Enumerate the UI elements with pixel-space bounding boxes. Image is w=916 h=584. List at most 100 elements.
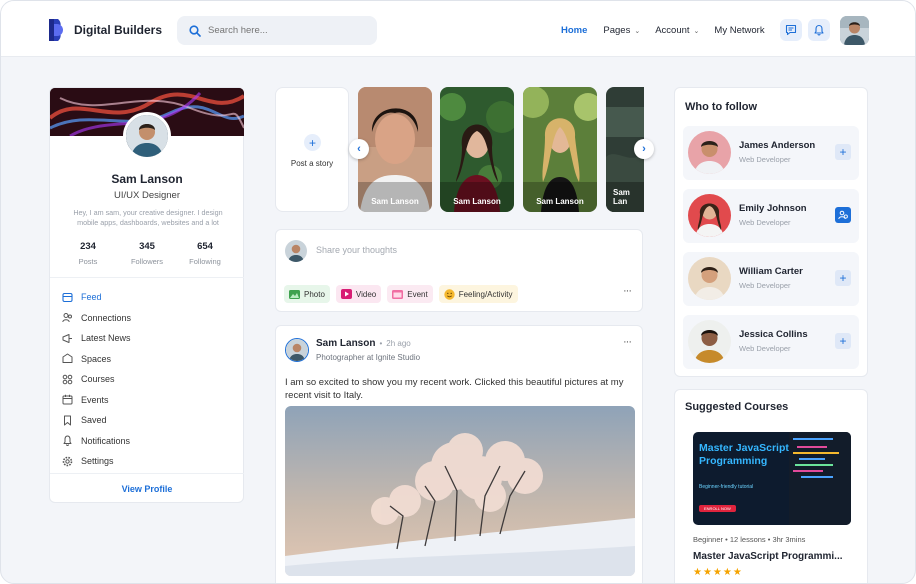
follow-item[interactable]: Emily Johnson Web Developer <box>683 189 859 243</box>
post-card: Sam Lanson • 2h ago Photographer at Igni… <box>275 325 643 583</box>
feeling-activity-button[interactable]: Feeling/Activity <box>438 285 518 303</box>
post-story-card[interactable]: + Post a story <box>275 87 349 212</box>
smile-icon <box>444 288 455 300</box>
bell-icon <box>814 24 824 36</box>
follow-button[interactable]: + <box>835 270 851 286</box>
suggested-courses-title: Suggested Courses <box>685 401 789 413</box>
sidebar-item-connections[interactable]: Connections <box>62 308 131 329</box>
who-to-follow-card: Who to follow James Anderson Web Develop… <box>674 87 868 377</box>
sidebar-item-events[interactable]: Events <box>62 390 131 411</box>
nav-account[interactable]: Account ⌄ <box>655 25 699 36</box>
composer-more-button[interactable]: ··· <box>623 285 632 297</box>
stat-following[interactable]: 654 Following <box>175 241 235 266</box>
user-avatar[interactable] <box>840 16 869 45</box>
course-thumb-sub: Beginner-friendly tutorial <box>699 484 754 490</box>
suggested-courses-card: Suggested Courses Master JavaScript Prog… <box>674 389 868 583</box>
course-name[interactable]: Master JavaScript Programmi... <box>693 551 843 562</box>
follow-avatar <box>688 320 731 363</box>
plus-icon: + <box>839 271 847 285</box>
sidebar-item-latest-news[interactable]: Latest News <box>62 328 131 349</box>
course-meta: Beginner • 12 lessons • 3hr 3mins <box>693 535 806 544</box>
avatar-image <box>688 131 731 174</box>
follow-item[interactable]: William Carter Web Developer + <box>683 252 859 306</box>
story-card[interactable]: Sam Lanson <box>440 87 514 212</box>
follow-avatar <box>688 257 731 300</box>
sidebar-item-settings[interactable]: Settings <box>62 451 131 472</box>
story-name: Sam Lanson <box>453 197 501 206</box>
course-thumb-title: Master JavaScript Programming <box>699 442 789 467</box>
search-input[interactable] <box>208 25 358 36</box>
sidebar-item-notifications[interactable]: Notifications <box>62 431 131 452</box>
view-profile-link[interactable]: View Profile <box>50 484 244 494</box>
profile-name: Sam Lanson <box>111 172 183 186</box>
nav-pages[interactable]: Pages ⌄ <box>603 25 640 36</box>
stat-followers[interactable]: 345 Followers <box>117 241 177 266</box>
video-icon <box>340 289 352 299</box>
enroll-now-button[interactable]: ENROLL NOW <box>699 505 736 512</box>
follow-button[interactable]: + <box>835 144 851 160</box>
brand-name: Digital Builders <box>74 23 163 37</box>
nav-home[interactable]: Home <box>561 25 587 36</box>
story-card[interactable]: Sam Lanson <box>523 87 597 212</box>
post-author-avatar[interactable] <box>285 338 309 362</box>
avatar-image <box>688 194 731 237</box>
sidebar-menu: Feed Connections Latest News Spaces Cour… <box>62 287 131 472</box>
spaces-icon <box>62 353 73 364</box>
post-author-name[interactable]: Sam Lanson <box>316 338 375 349</box>
search-box[interactable] <box>177 16 377 45</box>
avatar-image <box>285 240 307 262</box>
course-rating: ★★★★★ <box>693 567 743 578</box>
following-button[interactable] <box>835 207 851 223</box>
avatar-image <box>840 16 869 45</box>
post-separator: • <box>379 339 383 348</box>
story-prev-button[interactable]: ‹ <box>349 139 369 159</box>
event-label: Event <box>407 289 428 299</box>
sidebar-item-saved[interactable]: Saved <box>62 410 131 431</box>
sidebar-item-courses[interactable]: Courses <box>62 369 131 390</box>
post-image[interactable] <box>285 406 635 576</box>
follow-item[interactable]: James Anderson Web Developer + <box>683 126 859 180</box>
nav-my-network[interactable]: My Network <box>714 25 764 36</box>
sidebar-item-spaces[interactable]: Spaces <box>62 349 131 370</box>
messages-button[interactable] <box>780 19 802 41</box>
main-nav: Home Pages ⌄ Account ⌄ My Network <box>561 25 765 36</box>
bookmark-icon <box>64 415 71 426</box>
post-time: 2h ago <box>386 339 411 348</box>
video-button[interactable]: Video <box>335 285 382 303</box>
photo-button[interactable]: Photo <box>284 285 330 303</box>
follow-button[interactable]: + <box>835 333 851 349</box>
post-more-button[interactable]: ··· <box>623 336 632 348</box>
post-story-label: Post a story <box>290 159 334 168</box>
composer-avatar <box>285 240 307 262</box>
follow-item[interactable]: Jessica Collins Web Developer + <box>683 315 859 369</box>
follow-name: William Carter <box>739 266 803 277</box>
story-card[interactable]: Sam Lanson <box>358 87 432 212</box>
sidebar-item-feed[interactable]: Feed <box>62 287 131 308</box>
chevron-down-icon: ⌄ <box>634 27 641 35</box>
avatar-image <box>126 115 168 157</box>
plus-icon: + <box>304 134 321 151</box>
story-image <box>523 87 597 212</box>
courses-icon <box>62 374 73 385</box>
composer-input[interactable]: Share your thoughts <box>316 245 397 255</box>
nav-account-label: Account <box>655 25 690 36</box>
feeling-activity-label: Feeling/Activity <box>458 289 513 299</box>
event-button[interactable]: Event <box>387 285 433 303</box>
photo-label: Photo <box>304 289 325 299</box>
story-next-button[interactable]: › <box>634 139 654 159</box>
divider <box>50 473 244 474</box>
post-subtitle: Photographer at Ignite Studio <box>316 353 421 362</box>
profile-avatar[interactable] <box>123 112 171 160</box>
user-check-icon <box>838 210 848 220</box>
sidebar-item-label: Spaces <box>81 353 112 364</box>
notifications-button[interactable] <box>808 19 830 41</box>
sidebar-item-label: Connections <box>81 312 132 323</box>
sidebar-item-label: Latest News <box>81 333 131 344</box>
composer-actions: Photo Video Event Feeling/Activity <box>284 285 518 303</box>
course-thumbnail[interactable]: Master JavaScript Programming Beginner-f… <box>693 432 851 525</box>
brand-logo[interactable]: Digital Builders <box>49 19 162 41</box>
calendar-icon <box>62 395 73 405</box>
who-to-follow-title: Who to follow <box>685 101 758 113</box>
follow-name: Jessica Collins <box>739 329 808 340</box>
stat-posts[interactable]: 234 Posts <box>58 241 118 266</box>
